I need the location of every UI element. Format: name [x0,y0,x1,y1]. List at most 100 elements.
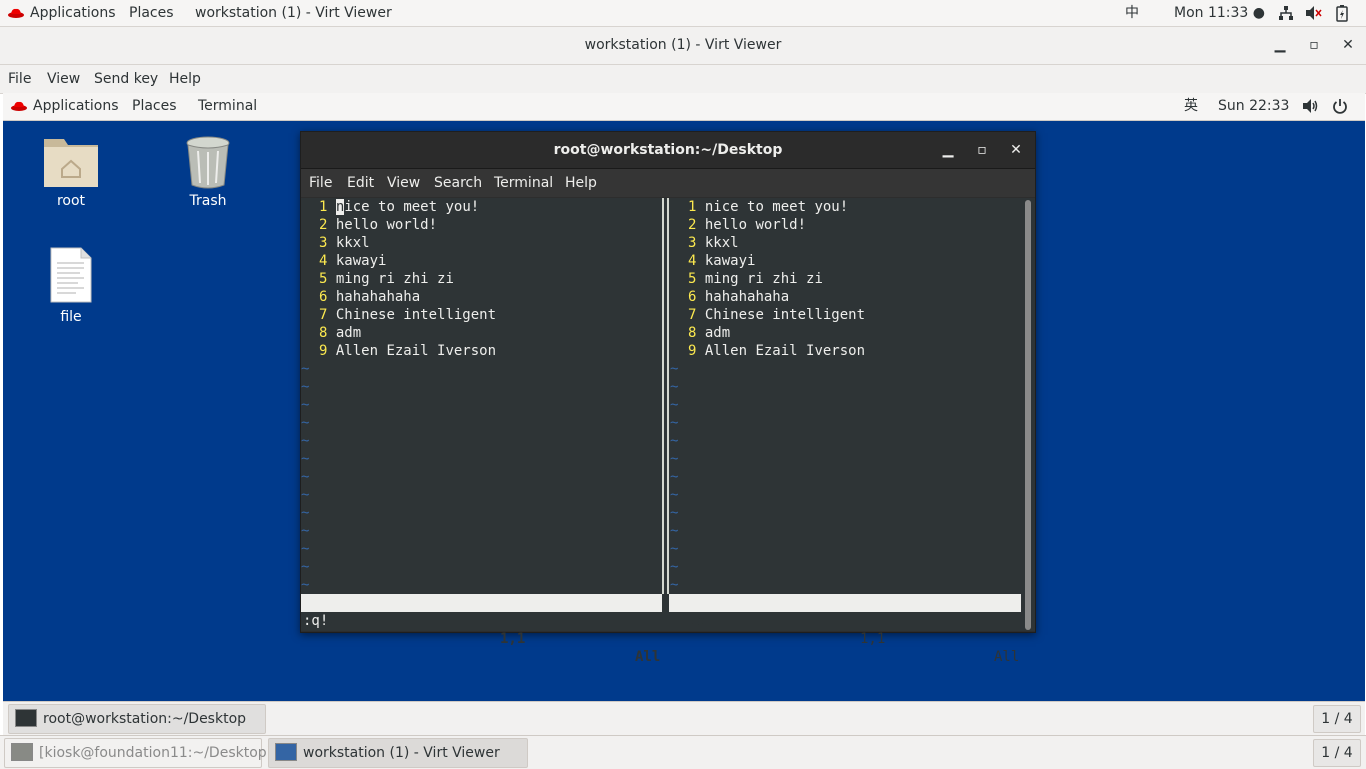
vim-vertical-split-gap [664,198,667,594]
vim-tilde-line: ~ [670,433,679,449]
guest-taskbar-terminal-label: root@workstation:~/Desktop [43,711,247,727]
vim-right-line-3: 3 kkxl [688,235,739,251]
terminal-menu-edit[interactable]: Edit [347,169,374,197]
vim-left-status-line: file 1,1 All [301,594,662,665]
guest-taskbar-terminal-task[interactable]: root@workstation:~/Desktop [8,704,266,734]
vim-tilde-line: ~ [670,379,679,395]
vim-tilde-line: ~ [301,397,310,413]
vim-left-status-scroll: All [635,649,661,665]
terminal-maximize-button[interactable]: ▫ [972,132,992,168]
desktop-icon-trash-label: Trash [189,193,227,209]
trash-icon [186,136,230,189]
vim-right-line-8: 8 adm [688,325,731,341]
virt-viewer-title-bar[interactable]: workstation (1) - Virt Viewer ▁ ▫ ✕ [0,27,1366,65]
host-taskbar: [kiosk@foundation11:~/Desktop] workstati… [0,735,1366,769]
vim-left-line-1: 1 nice to meet you! [319,199,480,215]
vim-left-line-4: 4 kawayi [319,253,387,269]
guest-top-bar: Applications Places Terminal 英 Sun 22:33 [3,93,1365,121]
vim-tilde-line: ~ [670,559,679,575]
host-places-menu[interactable]: Places [129,0,174,26]
host-taskbar-kiosk-terminal-task[interactable]: [kiosk@foundation11:~/Desktop] [4,738,272,768]
terminal-title-bar[interactable]: root@workstation:~/Desktop ▁ ▫ ✕ [301,132,1035,169]
host-workspace-pager[interactable]: 1 / 4 [1313,739,1361,767]
vim-tilde-line: ~ [301,487,310,503]
vim-tilde-line: ~ [670,361,679,377]
virt-viewer-menu-file[interactable]: File [8,65,31,93]
home-folder-icon [44,139,98,187]
vim-left-line-3: 3 kkxl [319,235,370,251]
terminal-menu-file[interactable]: File [309,169,332,197]
vim-tilde-line: ~ [301,433,310,449]
terminal-window[interactable]: root@workstation:~/Desktop ▁ ▫ ✕ File Ed… [300,131,1036,665]
guest-clock[interactable]: Sun 22:33 [1218,93,1289,120]
vim-tilde-line: ~ [301,523,310,539]
virt-viewer-app-icon [275,743,297,761]
power-icon[interactable] [1332,93,1348,120]
vim-right-status-filename: file [671,613,705,629]
host-taskbar-kiosk-terminal-label: [kiosk@foundation11:~/Desktop] [39,745,273,761]
vim-tilde-line: ~ [301,577,310,593]
terminal-window-title: root@workstation:~/Desktop [553,142,783,158]
vim-left-line-2: 2 hello world! [319,217,438,233]
vim-tilde-line: ~ [670,469,679,485]
virt-viewer-window-title: workstation (1) - Virt Viewer [584,37,782,53]
redhat-icon [8,8,24,18]
network-icon[interactable] [1278,0,1294,26]
virt-viewer-menu-view[interactable]: View [47,65,80,93]
vim-tilde-line: ~ [301,541,310,557]
vim-right-status-line: file 1,1 All [669,594,1021,665]
host-clock[interactable]: Mon 11:33 ● [1174,0,1265,26]
host-input-method-indicator[interactable]: 中 [1125,0,1139,26]
volume-icon[interactable] [1302,93,1320,120]
terminal-close-button[interactable]: ✕ [1006,132,1026,168]
battery-icon[interactable] [1336,0,1348,26]
terminal-menu-help[interactable]: Help [565,169,597,197]
virt-viewer-menu-send-key[interactable]: Send key [94,65,158,93]
terminal-menu-view[interactable]: View [387,169,420,197]
vim-tilde-line: ~ [670,397,679,413]
host-applications-menu[interactable]: Applications [8,0,116,26]
volume-muted-icon[interactable] [1305,0,1323,26]
terminal-scrollbar[interactable] [1025,200,1031,630]
vim-tilde-line: ~ [301,415,310,431]
vim-right-status-scroll: All [994,649,1020,665]
vim-tilde-line: ~ [670,487,679,503]
desktop-icon-root[interactable]: root [21,131,121,211]
vim-left-line-5: 5 ming ri zhi zi [319,271,454,287]
vim-tilde-line: ~ [670,577,679,593]
virt-viewer-menu-help[interactable]: Help [169,65,201,93]
terminal-minimize-button[interactable]: ▁ [938,132,958,168]
vim-command-line[interactable]: :q! [303,612,328,630]
vim-right-status-position: 1,1 [860,631,886,647]
vim-tilde-line: ~ [670,415,679,431]
guest-places-menu[interactable]: Places [132,93,177,120]
vim-tilde-line: ~ [301,505,310,521]
host-taskbar-virt-viewer-task[interactable]: workstation (1) - Virt Viewer [268,738,528,768]
desktop-icon-file[interactable]: file [21,247,121,327]
guest-terminal-menu[interactable]: Terminal [198,93,257,120]
virt-viewer-minimize-button[interactable]: ▁ [1270,27,1290,64]
vim-left-line-7: 7 Chinese intelligent [319,307,497,323]
terminal-menu-terminal[interactable]: Terminal [494,169,553,197]
virt-viewer-maximize-button[interactable]: ▫ [1304,27,1324,64]
guest-workspace-pager[interactable]: 1 / 4 [1313,705,1361,733]
terminal-content[interactable]: 1 nice to meet you! 2 hello world! 3 kkx… [301,198,1035,665]
guest-applications-menu[interactable]: Applications [11,93,119,120]
vim-right-line-7: 7 Chinese intelligent [688,307,866,323]
host-taskbar-virt-viewer-label: workstation (1) - Virt Viewer [303,745,500,761]
guest-applications-label: Applications [33,98,119,114]
host-top-bar: Applications Places workstation (1) - Vi… [0,0,1366,27]
vim-right-line-6: 6 hahahahaha [688,289,790,305]
desktop-icon-trash[interactable]: Trash [158,131,258,211]
virt-viewer-close-button[interactable]: ✕ [1338,27,1358,64]
vim-right-line-4: 4 kawayi [688,253,756,269]
vim-right-line-2: 2 hello world! [688,217,807,233]
guest-taskbar: root@workstation:~/Desktop 1 / 4 [3,701,1365,735]
terminal-menu-search[interactable]: Search [434,169,482,197]
vim-right-line-9: 9 Allen Ezail Iverson [688,343,866,359]
host-applications-label: Applications [30,5,116,21]
vim-left-line-9: 9 Allen Ezail Iverson [319,343,497,359]
vim-tilde-line: ~ [301,379,310,395]
guest-input-method-indicator[interactable]: 英 [1184,93,1198,120]
host-active-window-label[interactable]: workstation (1) - Virt Viewer [195,0,392,26]
